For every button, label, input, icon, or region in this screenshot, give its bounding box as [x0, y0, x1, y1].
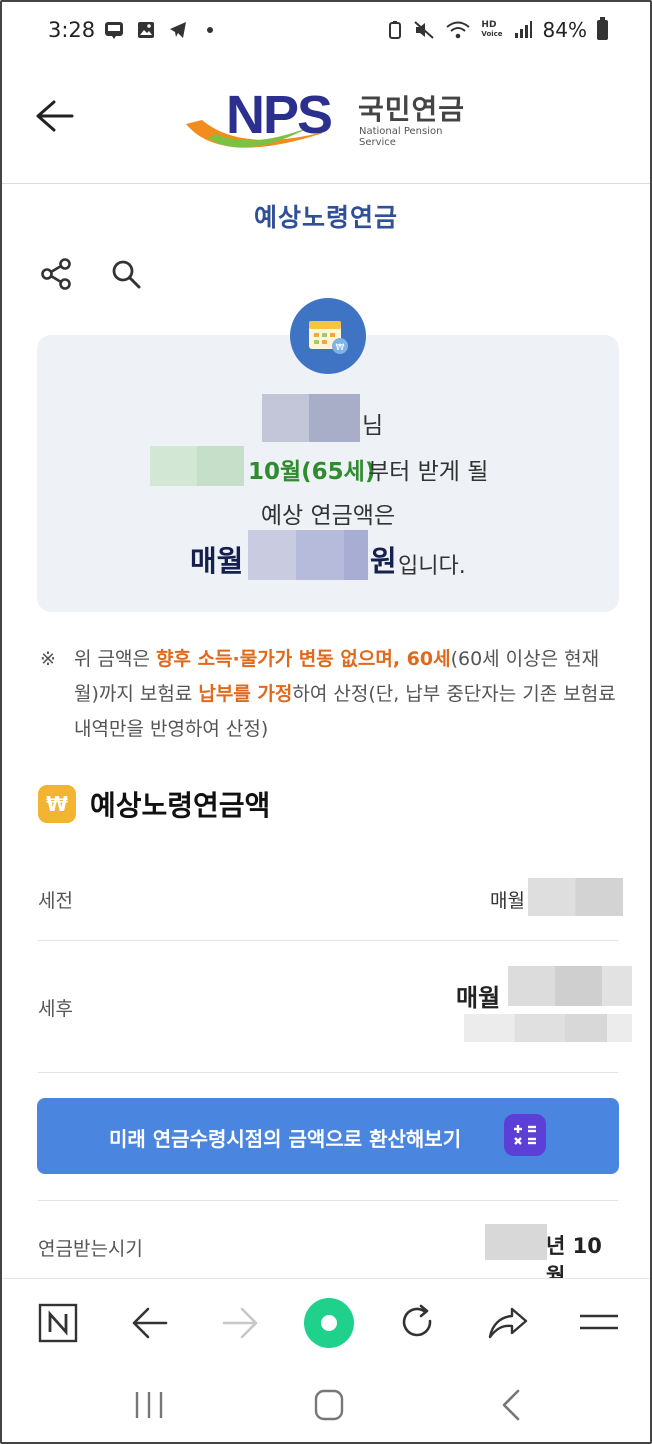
cta-label: 미래 연금수령시점의 금액으로 환산해보기	[109, 1127, 462, 1151]
redacted-posttax-detail	[464, 1014, 632, 1042]
redacted-pretax-amount	[528, 878, 623, 916]
page-title: 예상노령연금	[253, 203, 398, 232]
wifi-icon	[446, 21, 471, 39]
mute-icon	[414, 21, 435, 39]
battery-icon	[597, 17, 608, 40]
payment-time-label: 연금받는시기	[38, 1238, 143, 1260]
hd-voice-label: HD Voice	[481, 21, 502, 39]
won-label: 원	[370, 544, 397, 578]
divider	[38, 1200, 618, 1201]
posttax-row: 세후 매월	[38, 962, 632, 1052]
browser-forward-icon[interactable]	[218, 1301, 262, 1345]
note-mark: ※	[40, 648, 56, 670]
section-header: ₩ 예상노령연금액	[38, 782, 270, 826]
naver-home-icon[interactable]	[37, 1301, 81, 1345]
nps-logo[interactable]: NPS 국민연금 National Pension Service	[182, 80, 482, 164]
amount-intro: 예상 연금액은	[260, 503, 396, 529]
share-arrow-icon[interactable]	[486, 1301, 530, 1345]
payment-time-row: 연금받는시기 년 10월	[38, 1222, 618, 1288]
home-icon[interactable]	[309, 1388, 349, 1422]
page-tools	[38, 256, 144, 292]
logo-english: National Pension Service	[359, 126, 443, 148]
pretax-value-prefix: 매월	[490, 890, 525, 912]
more-notifications-dot-icon	[207, 27, 213, 33]
voice-label: Voice	[481, 30, 503, 38]
monthly-amount-line: 매월 원 입니다.	[190, 530, 510, 584]
logo-text: NPS	[226, 85, 333, 145]
note-body: 위 금액은 향후 소득·물가가 변동 없으며, 60세(60세 이상은 현재월)…	[40, 642, 620, 747]
status-time: 3:28	[48, 18, 96, 42]
won-icon: ₩	[38, 785, 76, 823]
recent-apps-icon[interactable]	[129, 1388, 169, 1422]
start-date-line: 10월(65세) 부터 받게 될	[150, 446, 550, 488]
status-bar: 3:28 HD Voice 84%	[2, 2, 650, 60]
gallery-notification-icon	[138, 22, 154, 38]
start-date-text: 부터 받게 될	[368, 459, 489, 485]
telegram-notification-icon	[170, 22, 186, 38]
menu-icon[interactable]	[577, 1301, 621, 1345]
divider	[38, 1072, 618, 1073]
calculator-glyph	[514, 1125, 536, 1145]
pretax-row: 세전 매월	[38, 872, 623, 932]
system-navigation-bar	[2, 1366, 650, 1442]
name-suffix: 님	[362, 413, 384, 439]
svg-text:₩: ₩	[336, 343, 345, 353]
divider	[38, 940, 618, 941]
section-title: 예상노령연금액	[90, 789, 271, 822]
posttax-label: 세후	[38, 998, 73, 1020]
name-line: 님	[262, 394, 422, 442]
browser-back-icon[interactable]	[128, 1301, 172, 1345]
blog-notification-icon	[105, 22, 123, 39]
posttax-value-prefix: 매월	[456, 984, 501, 1012]
start-date-highlight: 10월(65세)	[248, 459, 376, 485]
disclaimer-note: ※ 위 금액은 향후 소득·물가가 변동 없으며, 60세(60세 이상은 현재…	[40, 642, 620, 747]
reload-icon[interactable]	[396, 1301, 440, 1345]
redacted-posttax-amount	[508, 966, 632, 1006]
monthly-label: 매월	[190, 544, 244, 578]
note-text-1: 위 금액은	[74, 648, 156, 670]
signal-icon	[514, 21, 532, 38]
note-highlight-2: 납부를 가정	[198, 683, 293, 705]
browser-toolbar	[2, 1278, 650, 1366]
redacted-name	[262, 394, 360, 442]
system-back-icon[interactable]	[492, 1388, 532, 1422]
pretax-label: 세전	[38, 890, 73, 912]
redacted-payment-year	[485, 1224, 547, 1260]
calendar-money-icon: ₩	[309, 321, 348, 354]
app-header: NPS 국민연금 National Pension Service	[2, 60, 650, 184]
hd-label: HD	[481, 20, 497, 30]
note-highlight-1: 향후 소득·물가가 변동 없으며, 60세	[156, 648, 451, 670]
system-status-icons: HD Voice 84%	[387, 17, 608, 42]
calculator-icon	[504, 1114, 546, 1156]
back-arrow-icon[interactable]	[34, 98, 74, 134]
green-dot-button-icon[interactable]	[302, 1296, 356, 1350]
redacted-amount	[248, 530, 368, 580]
battery-percent: 84%	[542, 18, 587, 42]
redacted-year	[150, 446, 244, 486]
calendar-badge: ₩	[290, 298, 366, 374]
logo-korean: 국민연금	[358, 93, 466, 126]
notification-icons	[104, 20, 220, 40]
battery-saver-icon	[389, 21, 402, 39]
search-icon[interactable]	[108, 256, 144, 292]
end-text: 입니다.	[398, 554, 466, 579]
phone-screen: 3:28 HD Voice 84% NPS 국민연금 National Pens…	[0, 0, 652, 1444]
convert-future-value-button[interactable]: 미래 연금수령시점의 금액으로 환산해보기	[37, 1098, 619, 1174]
share-icon[interactable]	[38, 256, 74, 292]
